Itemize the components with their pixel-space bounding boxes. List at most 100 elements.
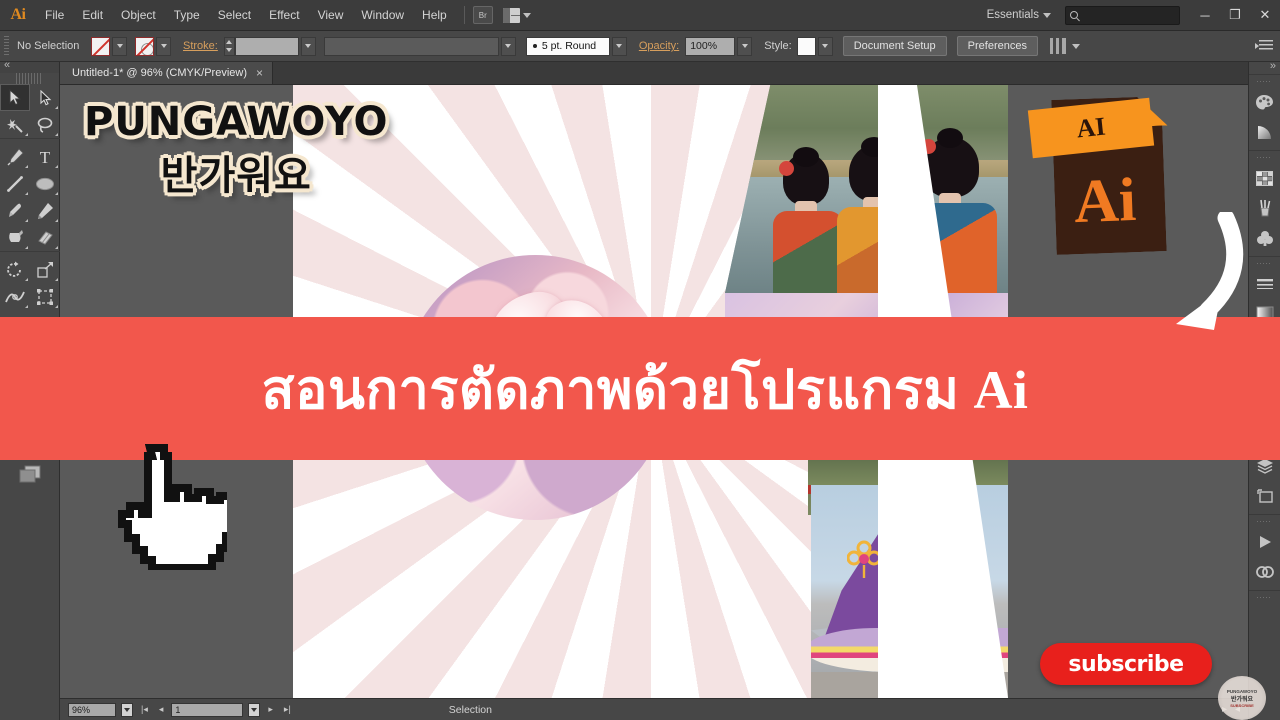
workspace-switcher[interactable]: Essentials xyxy=(987,9,1039,21)
type-tool[interactable]: T xyxy=(30,143,60,170)
minimize-button[interactable]: ─ xyxy=(1190,0,1220,31)
dock-group-grip[interactable] xyxy=(1257,259,1272,268)
menu-window[interactable]: Window xyxy=(352,0,413,31)
color-guide-panel-icon[interactable] xyxy=(1249,117,1280,147)
pen-tool[interactable] xyxy=(0,143,30,170)
fill-swatch[interactable] xyxy=(91,36,110,56)
color-panel-icon[interactable] xyxy=(1249,87,1280,117)
brush-definition-field[interactable]: 5 pt. Round xyxy=(525,36,610,56)
bridge-icon[interactable]: Br xyxy=(472,6,493,24)
opacity-dropdown[interactable] xyxy=(737,36,753,56)
stroke-weight-dropdown[interactable] xyxy=(300,36,316,56)
ai-badge-small-label: AI xyxy=(1075,111,1107,144)
zoom-dropdown[interactable] xyxy=(121,702,133,717)
artboard-dropdown[interactable] xyxy=(248,702,261,717)
swatches-panel-icon[interactable] xyxy=(1249,163,1280,193)
app-logo-icon: Ai xyxy=(10,6,27,23)
eraser-tool[interactable] xyxy=(30,224,60,251)
ellipse-tool[interactable] xyxy=(30,170,60,197)
align-icon[interactable] xyxy=(1049,38,1066,54)
stroke-dropdown[interactable] xyxy=(156,36,171,56)
pencil-tool[interactable] xyxy=(30,197,60,224)
menu-view[interactable]: View xyxy=(309,0,353,31)
stroke-weight-field[interactable] xyxy=(234,36,299,56)
search-input[interactable] xyxy=(1065,5,1180,25)
restore-button[interactable]: ❐ xyxy=(1220,0,1250,31)
first-artboard-button[interactable]: |◂ xyxy=(138,704,151,715)
lasso-tool[interactable] xyxy=(30,111,60,138)
fill-dropdown[interactable] xyxy=(112,36,127,56)
illustrator-window: Ai File Edit Object Type Select Effect V… xyxy=(0,0,1280,720)
style-label: Style: xyxy=(764,40,792,52)
menu-file[interactable]: File xyxy=(36,0,73,31)
scale-tool[interactable] xyxy=(30,256,60,283)
variable-width-profile-field[interactable] xyxy=(323,36,499,56)
subscribe-button[interactable]: subscribe xyxy=(1040,643,1212,685)
graphic-style-swatch[interactable] xyxy=(796,36,816,56)
free-transform-tool[interactable] xyxy=(30,283,60,310)
channel-name-en: PUNGAWOYO xyxy=(84,99,389,145)
tools-panel-grip[interactable] xyxy=(16,73,43,84)
document-tab-strip: Untitled-1* @ 96% (CMYK/Preview) × xyxy=(60,62,1248,85)
svg-text:T: T xyxy=(40,148,51,166)
graphic-style-dropdown[interactable] xyxy=(817,36,833,56)
close-icon[interactable]: × xyxy=(256,67,263,79)
stroke-weight-label[interactable]: Stroke: xyxy=(183,40,218,52)
dock-group xyxy=(1249,74,1280,150)
variable-width-dropdown[interactable] xyxy=(500,36,516,56)
control-panel-menu-icon[interactable] xyxy=(1255,40,1273,52)
dock-group-grip[interactable] xyxy=(1257,593,1272,602)
document-tab[interactable]: Untitled-1* @ 96% (CMYK/Preview) × xyxy=(60,62,274,84)
control-bar-grip[interactable] xyxy=(4,36,9,56)
tools-panel-collapse[interactable] xyxy=(0,59,59,73)
menu-object[interactable]: Object xyxy=(112,0,165,31)
dock-group-grip[interactable] xyxy=(1257,153,1272,162)
brush-definition-dropdown[interactable] xyxy=(611,36,627,56)
magic-wand-tool[interactable] xyxy=(0,111,30,138)
menu-help[interactable]: Help xyxy=(413,0,456,31)
selection-tool[interactable] xyxy=(0,84,30,111)
title-banner: สอนการตัดภาพด้วยโปรแกรม Ai xyxy=(0,317,1280,460)
opacity-label[interactable]: Opacity: xyxy=(639,40,679,52)
last-artboard-button[interactable]: ▸| xyxy=(281,704,294,715)
geisha-photo[interactable] xyxy=(725,85,1008,293)
artboard-number-field[interactable]: 1 xyxy=(171,702,244,717)
pathfinder-panel-icon[interactable] xyxy=(1249,557,1280,587)
opacity-field[interactable]: 100% xyxy=(685,36,736,56)
menu-type[interactable]: Type xyxy=(165,0,209,31)
dock-group-grip[interactable] xyxy=(1257,517,1272,526)
brush-definition-value: 5 pt. Round xyxy=(541,40,597,52)
stroke-swatch[interactable] xyxy=(135,36,154,56)
dock-group xyxy=(1249,514,1280,590)
dock-expand-button[interactable] xyxy=(1249,60,1280,74)
blob-brush-tool[interactable] xyxy=(0,224,30,251)
workspace-chevron-icon[interactable] xyxy=(1043,12,1051,18)
menu-select[interactable]: Select xyxy=(209,0,260,31)
preferences-button[interactable]: Preferences xyxy=(956,36,1038,56)
subscribe-label: subscribe xyxy=(1068,651,1184,677)
menu-edit[interactable]: Edit xyxy=(73,0,112,31)
previous-artboard-button[interactable]: ◂ xyxy=(156,704,167,715)
arrange-documents-button[interactable] xyxy=(502,7,531,23)
artboards-panel-icon[interactable] xyxy=(1249,481,1280,511)
window-controls: ─ ❐ ✕ xyxy=(1190,0,1280,31)
rotate-tool[interactable] xyxy=(0,256,30,283)
align-chevron-icon[interactable] xyxy=(1071,43,1080,49)
document-setup-button[interactable]: Document Setup xyxy=(842,36,947,56)
document-tab-title: Untitled-1* @ 96% (CMYK/Preview) xyxy=(72,67,247,79)
line-segment-tool[interactable] xyxy=(0,170,30,197)
close-button[interactable]: ✕ xyxy=(1250,0,1280,31)
align-panel-icon[interactable] xyxy=(1249,527,1280,557)
direct-selection-tool[interactable] xyxy=(30,84,60,111)
dock-group-grip[interactable] xyxy=(1257,77,1272,86)
screen-mode-button[interactable] xyxy=(0,464,59,484)
width-tool[interactable] xyxy=(0,283,30,310)
active-tool-label[interactable]: Selection xyxy=(449,704,492,716)
paintbrush-tool[interactable] xyxy=(0,197,30,224)
dock-group xyxy=(1249,590,1280,606)
next-artboard-button[interactable]: ▸ xyxy=(265,704,276,715)
zoom-level-field[interactable]: 96% xyxy=(68,702,116,717)
banner-title: สอนการตัดภาพด้วยโปรแกรม Ai xyxy=(261,359,1029,420)
menu-effect[interactable]: Effect xyxy=(260,0,308,31)
stroke-weight-stepper[interactable] xyxy=(223,36,235,56)
